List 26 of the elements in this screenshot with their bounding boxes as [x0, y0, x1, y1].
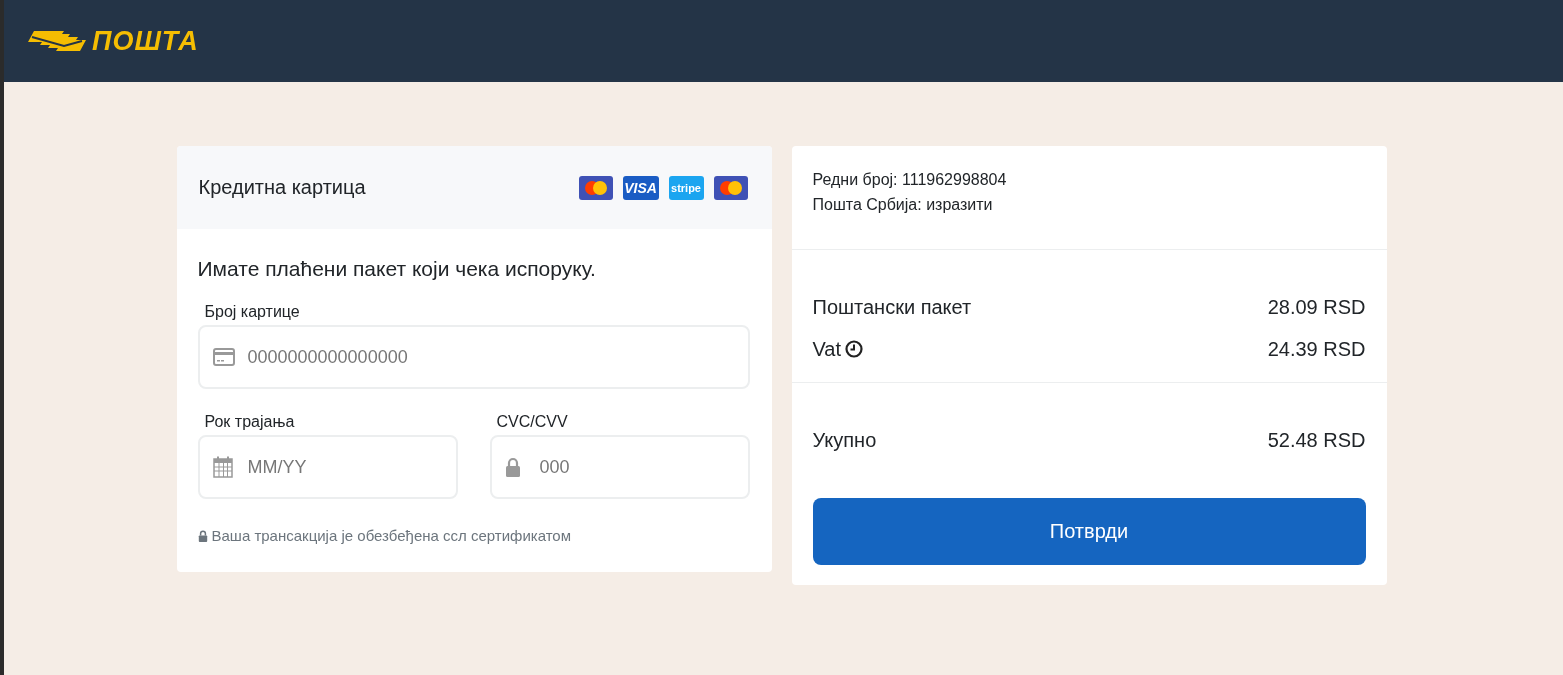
clock-icon	[845, 340, 864, 358]
confirm-button[interactable]: Потврди	[812, 498, 1366, 565]
field-label: Рок трајања	[203, 413, 296, 431]
mastercard-icon	[578, 175, 613, 200]
info-text: Редни број: 111962998804	[812, 170, 1008, 190]
stripe-badge: stripe	[668, 175, 704, 200]
mastercard-icon	[713, 175, 748, 200]
item-label: Поштански пакет	[812, 295, 972, 319]
security-note: Ваша трансакција је обезбеђена ссл сертификатом	[211, 527, 572, 544]
total-label: Укупно	[812, 428, 877, 452]
logo-text: ПОШТА	[92, 25, 199, 57]
envelope-wing-icon	[26, 29, 88, 53]
input-field[interactable]: 0000000000000000	[197, 325, 750, 389]
item-amount: 28.09 RSD	[1267, 295, 1366, 319]
info-message: Имате плаћени пакет који чека испоруку.	[197, 257, 597, 281]
total-amount: 52.48 RSD	[1267, 428, 1366, 452]
item-amount: 24.39 RSD	[1267, 337, 1366, 361]
lock-icon	[197, 529, 208, 542]
input-field[interactable]: 000	[489, 435, 750, 499]
field-label: CVC/CVV	[495, 413, 569, 431]
payment-title: Кредитна картица	[198, 176, 366, 199]
visa-badge: VISA	[622, 175, 659, 200]
input-field[interactable]: MM/YY	[197, 435, 458, 499]
item-label: Vat	[812, 337, 842, 361]
field-label: Број картице	[203, 303, 301, 321]
info-text: Пошта Србија: изразити	[812, 195, 994, 215]
